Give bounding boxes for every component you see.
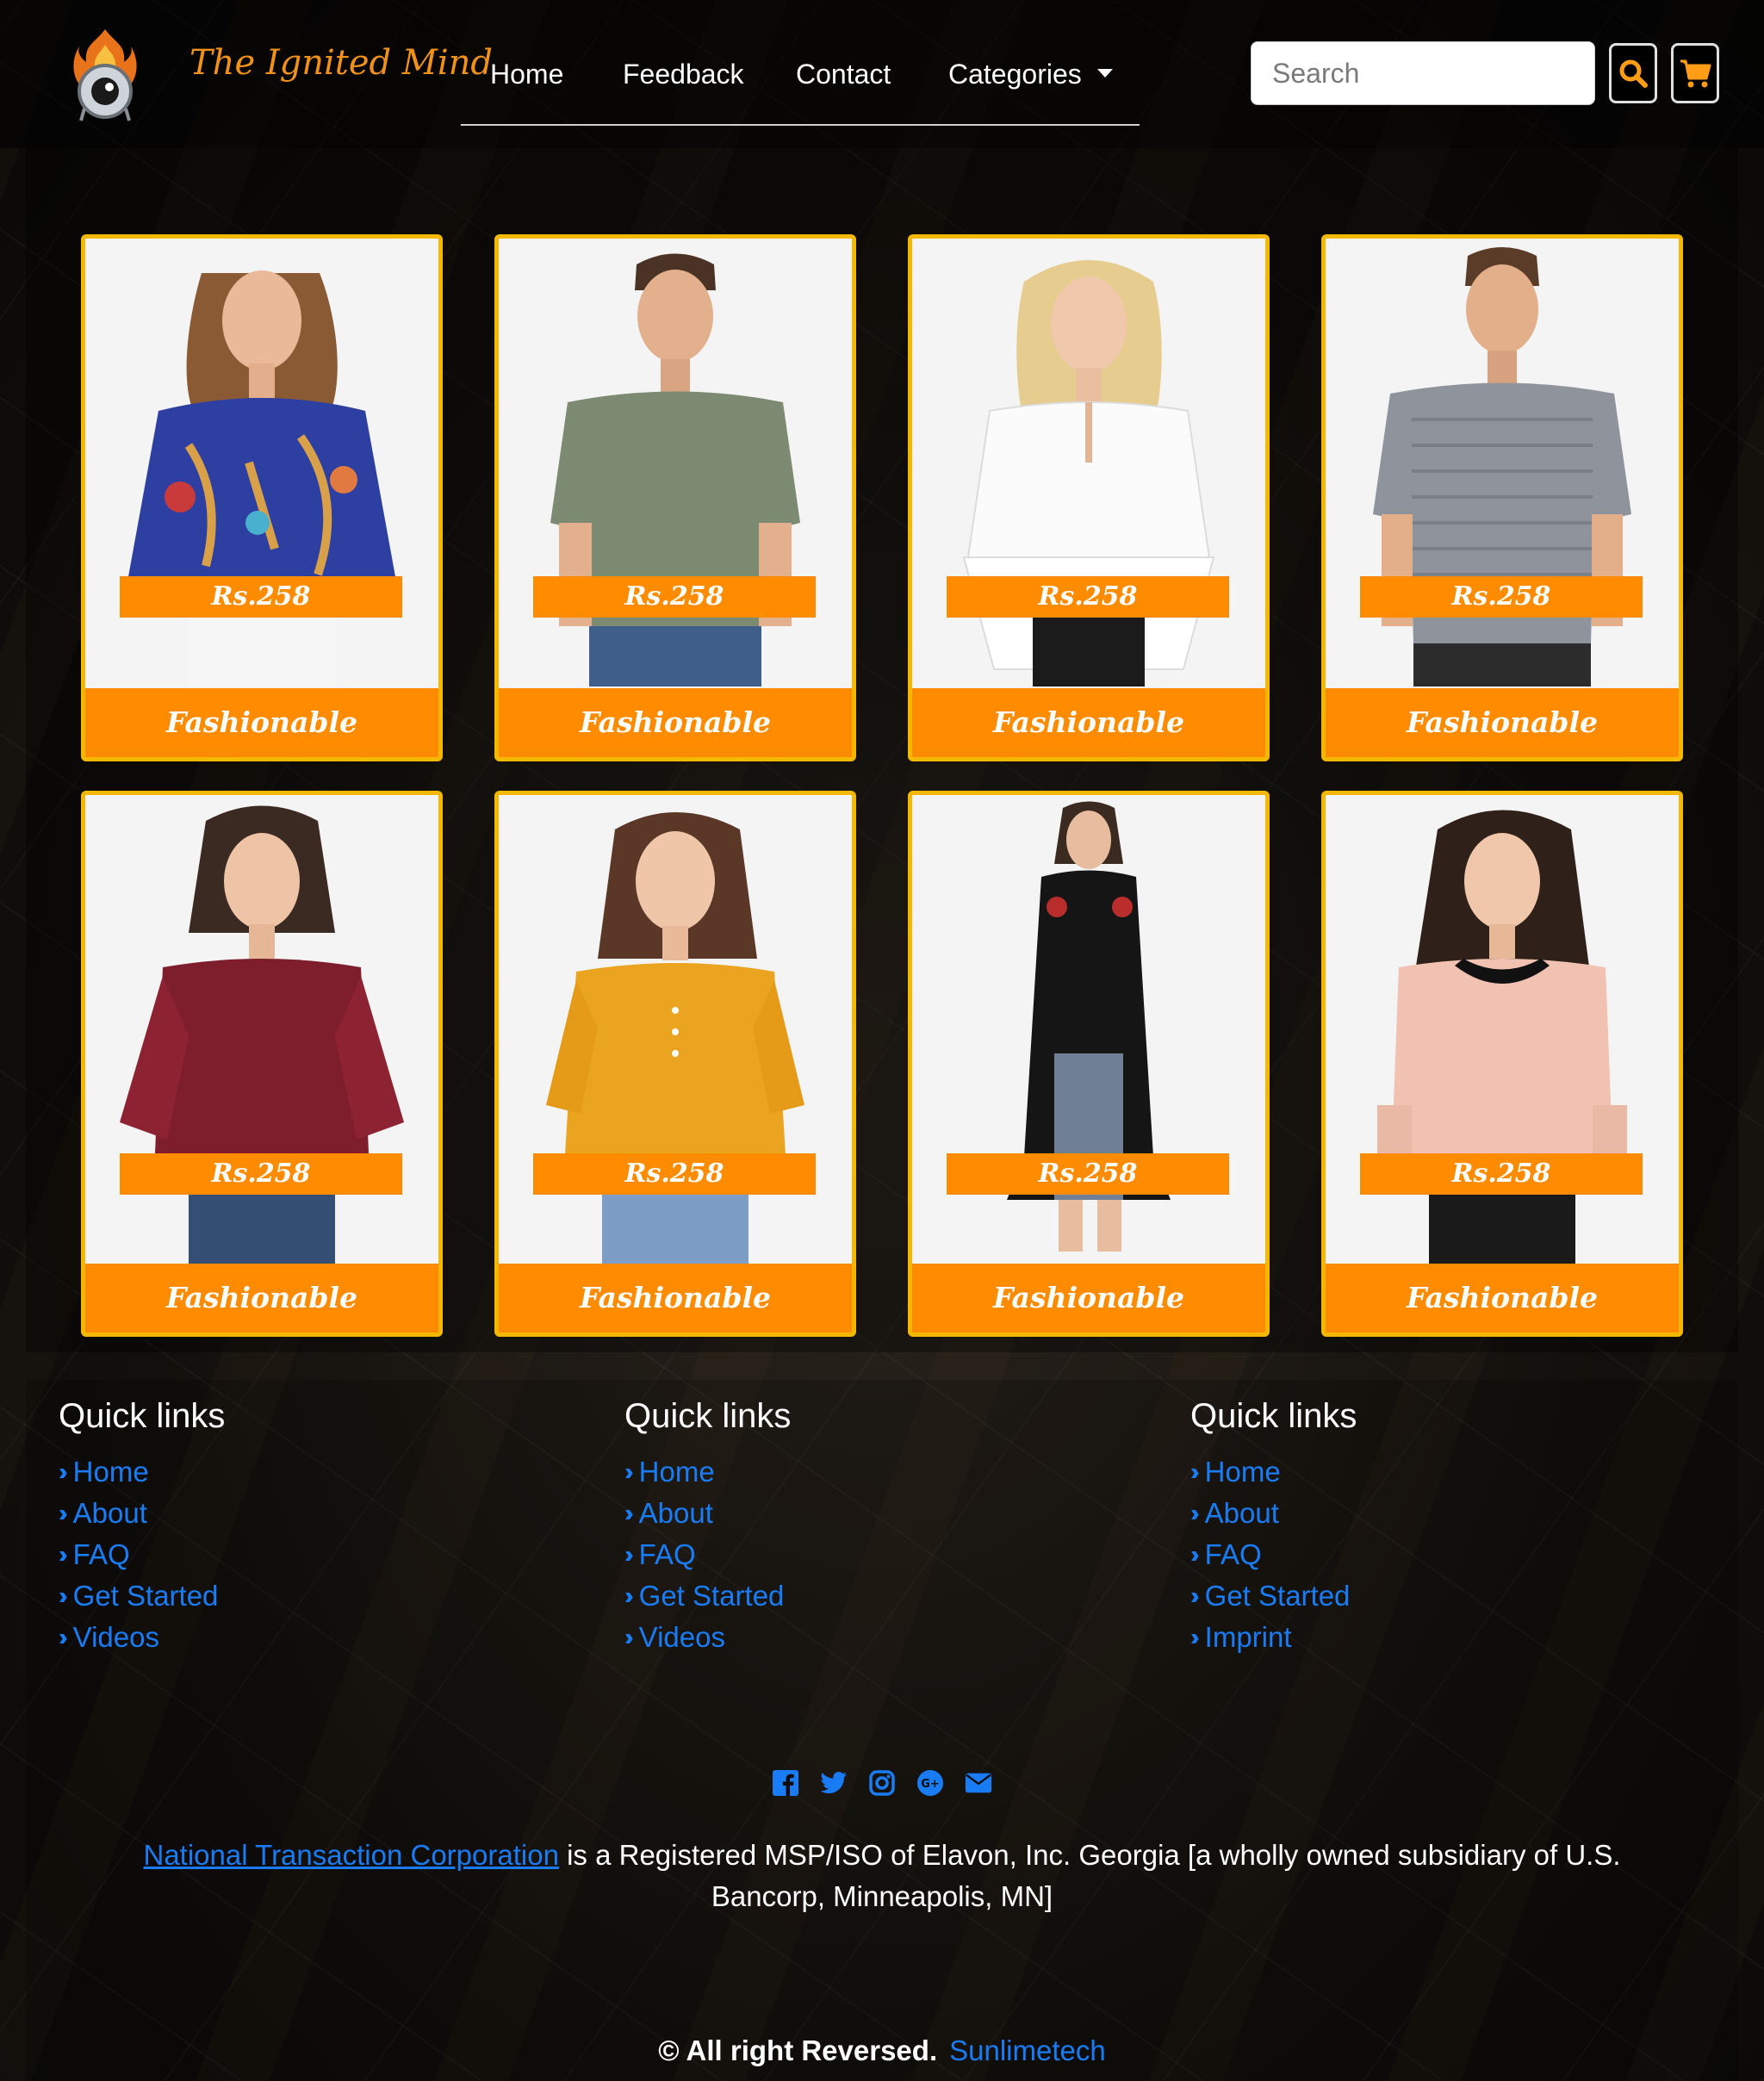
copyright: © All right Reversed. Sunlimetech <box>26 2034 1738 2067</box>
footer-link-faq[interactable]: ›› FAQ <box>59 1534 225 1575</box>
legal-text: is a Registered MSP/ISO of Elavon, Inc. … <box>567 1839 1621 1912</box>
quick-links-heading: Quick links <box>59 1397 226 1435</box>
nav-categories-label: Categories <box>948 59 1082 90</box>
double-chevron-right-icon: ›› <box>1190 1624 1199 1650</box>
product-card[interactable]: Rs.258 Fashionable Stationary <box>81 791 443 1337</box>
footer-link-home[interactable]: ›› Home <box>1190 1451 1357 1493</box>
footer-link-get-started[interactable]: ›› Get Started <box>624 1575 791 1617</box>
price-tag: Rs.258 <box>120 576 402 618</box>
google-plus-icon[interactable]: G+ <box>916 1769 944 1797</box>
footer-link-videos[interactable]: ›› Videos <box>624 1617 791 1658</box>
footer-link-faq[interactable]: ›› FAQ <box>624 1534 791 1575</box>
footer: Quick links ›› Home ›› About ›› FAQ ›› Get S… <box>26 1380 1738 2081</box>
flame-eye-logo-icon[interactable] <box>69 26 141 122</box>
quick-links-column: Quick links ›› Home ›› About ›› FAQ ›› Get S… <box>624 1397 791 1658</box>
main-nav: Home Feedback Contact Categories <box>461 34 1140 126</box>
double-chevron-right-icon: ›› <box>1190 1500 1199 1526</box>
footer-link-home[interactable]: ›› Home <box>624 1451 791 1493</box>
instagram-icon[interactable] <box>868 1769 896 1797</box>
quick-links-column: Quick links ›› Home ›› About ›› FAQ ›› Get S… <box>1190 1397 1357 1658</box>
product-card[interactable]: Rs.258 Fashionable Stationary <box>1321 234 1683 761</box>
double-chevron-right-icon: ›› <box>59 1500 67 1526</box>
product-card[interactable]: Rs.258 Fashionable Stationary <box>494 234 856 761</box>
product-image <box>912 239 1265 686</box>
double-chevron-right-icon: ›› <box>624 1582 633 1609</box>
product-image <box>1326 239 1679 686</box>
nav-categories-dropdown[interactable]: Categories <box>948 59 1113 90</box>
footer-link-about[interactable]: ›› About <box>624 1493 791 1534</box>
double-chevron-right-icon: ›› <box>59 1458 67 1485</box>
price-tag: Rs.258 <box>947 1153 1229 1195</box>
product-title[interactable]: Fashionable Stationary <box>499 1264 852 1332</box>
footer-link-get-started[interactable]: ›› Get Started <box>1190 1575 1357 1617</box>
twitter-icon[interactable] <box>820 1769 848 1797</box>
footer-link-get-started[interactable]: ›› Get Started <box>59 1575 225 1617</box>
footer-link-imprint[interactable]: ›› Imprint <box>1190 1617 1357 1658</box>
double-chevron-right-icon: ›› <box>624 1624 633 1650</box>
product-title[interactable]: Fashionable Stationary <box>1326 688 1679 757</box>
price-tag: Rs.258 <box>533 1153 816 1195</box>
price-tag: Rs.258 <box>533 576 816 618</box>
product-image <box>85 239 438 686</box>
footer-link-faq[interactable]: ›› FAQ <box>1190 1534 1357 1575</box>
caret-down-icon <box>1096 68 1113 78</box>
product-card[interactable]: Rs.258 Fashionable Stationary <box>81 234 443 761</box>
price-tag: Rs.258 <box>1360 1153 1643 1195</box>
cart-button[interactable] <box>1671 43 1719 103</box>
quick-links-heading: Quick links <box>1190 1397 1357 1435</box>
double-chevron-right-icon: ›› <box>1190 1458 1199 1485</box>
legal-notice: National Transaction Corporation is a Re… <box>95 1835 1669 1917</box>
double-chevron-right-icon: ›› <box>1190 1582 1199 1609</box>
footer-link-about[interactable]: ›› About <box>59 1493 225 1534</box>
double-chevron-right-icon: ›› <box>59 1624 67 1650</box>
search-icon <box>1619 59 1648 88</box>
nav-feedback[interactable]: Feedback <box>623 59 744 90</box>
double-chevron-right-icon: ›› <box>624 1500 633 1526</box>
product-title[interactable]: Fashionable Stationary <box>85 688 438 757</box>
search-button[interactable] <box>1609 43 1657 103</box>
product-title[interactable]: Fashionable Stationary <box>912 688 1265 757</box>
product-card[interactable]: Rs.258 Fashionable Stationary <box>908 791 1270 1337</box>
double-chevron-right-icon: ›› <box>1190 1541 1199 1568</box>
price-tag: Rs.258 <box>120 1153 402 1195</box>
navbar: The Ignited Mind Home Feedback Contact C… <box>0 0 1764 148</box>
social-links: G+ <box>26 1769 1738 1797</box>
cart-icon <box>1680 59 1711 88</box>
product-title[interactable]: Fashionable Stationary <box>912 1264 1265 1332</box>
search-input[interactable] <box>1251 41 1595 105</box>
nav-contact[interactable]: Contact <box>796 59 891 90</box>
legal-company-link[interactable]: National Transaction Corporation <box>143 1839 558 1871</box>
svg-text:G+: G+ <box>921 1778 940 1791</box>
product-card[interactable]: Rs.258 Fashionable Stationary <box>908 234 1270 761</box>
product-image <box>499 239 852 686</box>
copyright-company-link[interactable]: Sunlimetech <box>949 2034 1106 2066</box>
brand-name[interactable]: The Ignited Mind <box>189 43 493 83</box>
product-title[interactable]: Fashionable Stationary <box>85 1264 438 1332</box>
double-chevron-right-icon: ›› <box>624 1458 633 1485</box>
product-title[interactable]: Fashionable Stationary <box>499 688 852 757</box>
double-chevron-right-icon: ›› <box>59 1541 67 1568</box>
double-chevron-right-icon: ›› <box>59 1582 67 1609</box>
product-card[interactable]: Rs.258 Fashionable Stationary <box>494 791 856 1337</box>
quick-links-column: Quick links ›› Home ›› About ›› FAQ ›› Get S… <box>59 1397 225 1658</box>
footer-link-videos[interactable]: ›› Videos <box>59 1617 225 1658</box>
footer-link-home[interactable]: ›› Home <box>59 1451 225 1493</box>
envelope-icon[interactable] <box>965 1769 992 1797</box>
nav-home[interactable]: Home <box>490 59 563 90</box>
product-card[interactable]: Rs.258 Fashionable Stationary <box>1321 791 1683 1337</box>
quick-links-heading: Quick links <box>624 1397 792 1435</box>
double-chevron-right-icon: ›› <box>624 1541 633 1568</box>
copyright-text: © All right Reversed. <box>658 2034 938 2066</box>
product-title[interactable]: Fashionable Stationary <box>1326 1264 1679 1332</box>
product-grid: Rs.258 Fashionable Stationary Rs.258 Fas… <box>26 148 1738 1352</box>
facebook-icon[interactable] <box>772 1769 799 1797</box>
footer-link-about[interactable]: ›› About <box>1190 1493 1357 1534</box>
price-tag: Rs.258 <box>947 576 1229 618</box>
price-tag: Rs.258 <box>1360 576 1643 618</box>
